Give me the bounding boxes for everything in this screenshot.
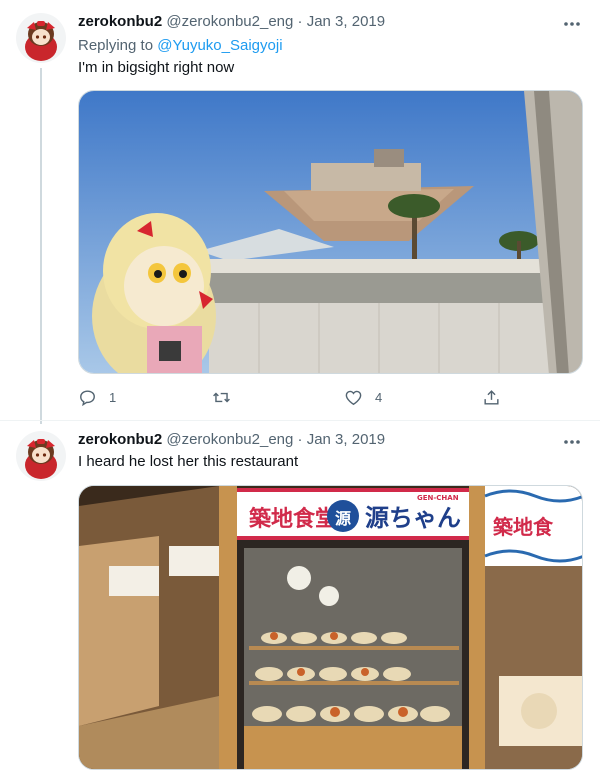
separator: · bbox=[297, 431, 303, 448]
display-name[interactable]: zerokonbu2 bbox=[78, 13, 162, 30]
retweet-button[interactable] bbox=[212, 386, 243, 408]
reply-icon bbox=[80, 389, 95, 406]
reply-count: 1 bbox=[109, 389, 117, 405]
sign-right-text: 源ちゃん bbox=[365, 504, 461, 532]
tweet-2[interactable]: zerokonbu2 @zerokonbu2_eng · Jan 3, 2019… bbox=[0, 420, 600, 770]
like-icon bbox=[345, 390, 362, 405]
avatar[interactable] bbox=[16, 431, 66, 481]
retweet-icon bbox=[213, 392, 230, 402]
tweet-1[interactable]: zerokonbu2 @zerokonbu2_eng · Jan 3, 2019… bbox=[0, 0, 600, 424]
display-name[interactable]: zerokonbu2 bbox=[78, 431, 162, 448]
like-count: 4 bbox=[375, 389, 383, 405]
separator: · bbox=[297, 13, 303, 30]
tweet-date[interactable]: Jan 3, 2019 bbox=[307, 13, 385, 30]
reply-button[interactable]: 1 bbox=[78, 386, 116, 408]
more-icon[interactable] bbox=[562, 432, 582, 452]
tweet-date[interactable]: Jan 3, 2019 bbox=[307, 431, 385, 448]
sign-tag-text: GEN-CHAN bbox=[417, 494, 459, 502]
tweet-header: zerokonbu2 @zerokonbu2_eng · Jan 3, 2019 bbox=[78, 430, 385, 450]
tweet-photo-bigsight[interactable] bbox=[78, 90, 583, 374]
sign-left-text: 築地食堂 bbox=[248, 506, 337, 532]
avatar[interactable] bbox=[16, 13, 66, 63]
tweet-header: zerokonbu2 @zerokonbu2_eng · Jan 3, 2019 bbox=[78, 12, 385, 32]
replying-to: Replying to @Yuyuko_Saigyoji bbox=[78, 36, 283, 56]
tweet-photo-restaurant[interactable]: 築地食堂 源 源ちゃん GEN-CHAN 築地食 bbox=[78, 485, 583, 770]
tweet-text: I heard he lost her this restaurant bbox=[78, 453, 299, 470]
replying-handle-link[interactable]: @Yuyuko_Saigyoji bbox=[157, 37, 282, 54]
like-button[interactable]: 4 bbox=[344, 386, 382, 408]
user-handle[interactable]: @zerokonbu2_eng bbox=[166, 431, 293, 448]
share-icon bbox=[484, 389, 499, 405]
share-button[interactable] bbox=[482, 386, 501, 408]
sign-logo-text: 源 bbox=[335, 509, 351, 528]
tweet-text: I'm in bigsight right now bbox=[78, 59, 235, 76]
replying-prefix: Replying to bbox=[78, 37, 154, 54]
user-handle[interactable]: @zerokonbu2_eng bbox=[166, 13, 293, 30]
tweet-actions: 1 4 bbox=[78, 386, 508, 408]
more-icon[interactable] bbox=[562, 14, 582, 34]
thread-line bbox=[40, 68, 42, 424]
side-sign-text: 築地食 bbox=[492, 515, 554, 539]
